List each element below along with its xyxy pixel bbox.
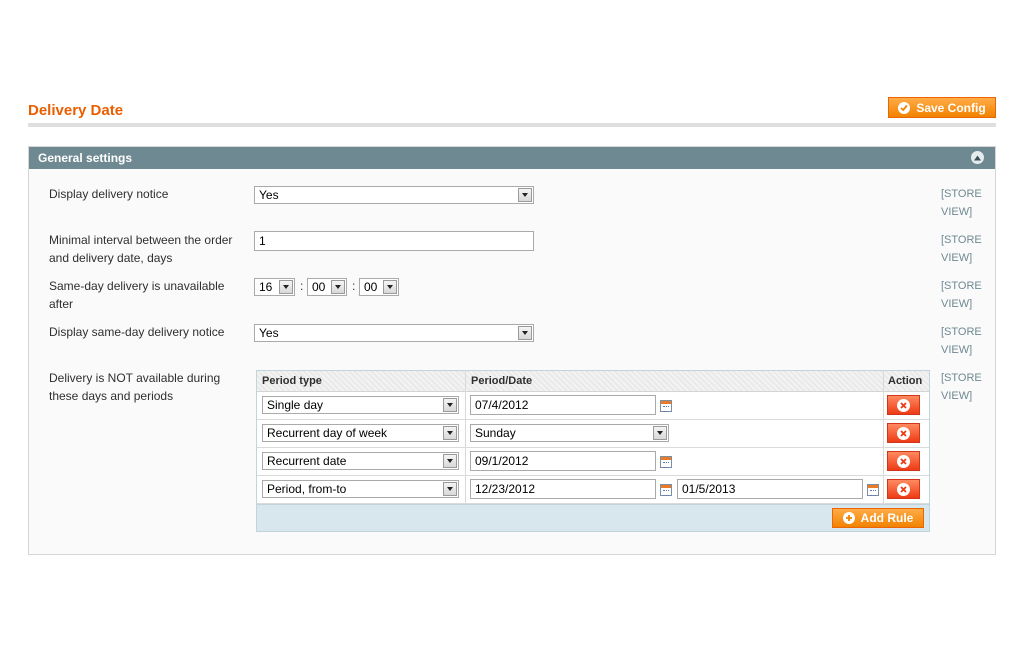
period-date-value: 07/4/2012 [475, 398, 529, 412]
dropdown-arrow-icon [279, 280, 293, 294]
period-to-input[interactable]: 01/5/2013 [677, 479, 863, 499]
table-row: Period, from-to 12/23/2012 01/5/2013 [257, 476, 929, 504]
period-type-value: Single day [267, 398, 324, 412]
min-interval-value: 1 [259, 234, 266, 248]
period-date-input[interactable]: 07/4/2012 [470, 395, 656, 415]
cutoff-minute-select[interactable]: 00 [307, 278, 347, 296]
plus-icon [842, 512, 855, 524]
day-of-week-select[interactable]: Sunday [470, 424, 669, 442]
cutoff-minute-value: 00 [312, 280, 326, 294]
period-date-input[interactable]: 09/1/2012 [470, 451, 656, 471]
column-header-action: Action [888, 375, 923, 387]
cutoff-hour-value: 16 [259, 280, 273, 294]
period-to-value: 01/5/2013 [682, 482, 736, 496]
dropdown-arrow-icon [443, 482, 457, 496]
period-type-select[interactable]: Single day [262, 396, 459, 414]
delete-rule-button[interactable] [887, 451, 920, 471]
dropdown-arrow-icon [443, 454, 457, 468]
rules-table: Period type Period/Date Action Single da… [256, 370, 930, 532]
table-row: Recurrent date 09/1/2012 [257, 448, 929, 476]
period-type-select[interactable]: Recurrent day of week [262, 424, 459, 442]
period-type-value: Recurrent day of week [267, 426, 388, 440]
period-type-select[interactable]: Recurrent date [262, 452, 459, 470]
scope-label: [STORE VIEW] [941, 188, 982, 218]
same-day-notice-select[interactable]: Yes [254, 324, 534, 342]
scope-label: [STORE VIEW] [941, 280, 982, 310]
check-icon [898, 101, 911, 114]
period-from-value: 12/23/2012 [475, 482, 536, 496]
add-rule-label: Add Rule [860, 511, 914, 525]
day-of-week-value: Sunday [475, 426, 516, 440]
column-header-period-type: Period type [262, 375, 322, 387]
time-separator: : [300, 279, 304, 293]
section-title: General settings [38, 151, 133, 165]
add-rule-button[interactable]: Add Rule [832, 508, 924, 528]
cutoff-second-value: 00 [364, 280, 378, 294]
dropdown-arrow-icon [443, 398, 457, 412]
collapse-arrow-icon[interactable] [971, 151, 984, 164]
min-interval-label: Minimal interval between the order and d… [49, 233, 233, 265]
save-config-button[interactable]: Save Config [888, 97, 996, 118]
save-config-label: Save Config [916, 100, 986, 115]
period-type-select[interactable]: Period, from-to [262, 480, 459, 498]
delete-icon [897, 482, 910, 496]
same-day-notice-label: Display same-day delivery notice [49, 325, 225, 339]
scope-label: [STORE VIEW] [941, 372, 982, 402]
dropdown-arrow-icon [331, 280, 345, 294]
display-notice-label: Display delivery notice [49, 187, 169, 201]
time-separator: : [352, 279, 356, 293]
rules-table-header: Period type Period/Date Action [257, 371, 929, 392]
calendar-icon[interactable] [660, 484, 672, 496]
unavailable-periods-label: Delivery is NOT available during these d… [49, 371, 221, 403]
table-row: Recurrent day of week Sunday [257, 420, 929, 448]
delete-rule-button[interactable] [887, 479, 920, 499]
general-settings-fieldset: General settings Display delivery notice… [28, 146, 996, 555]
section-header[interactable]: General settings [29, 147, 995, 169]
period-type-value: Recurrent date [267, 454, 347, 468]
min-interval-input[interactable]: 1 [254, 231, 534, 251]
cutoff-hour-select[interactable]: 16 [254, 278, 295, 296]
display-notice-value: Yes [259, 188, 279, 202]
delete-icon [897, 426, 910, 440]
calendar-icon[interactable] [660, 456, 672, 468]
scope-label: [STORE VIEW] [941, 326, 982, 356]
cutoff-second-select[interactable]: 00 [359, 278, 399, 296]
dropdown-arrow-icon [653, 426, 667, 440]
column-header-period-date: Period/Date [471, 375, 533, 387]
calendar-icon[interactable] [867, 484, 879, 496]
delete-icon [897, 454, 910, 468]
period-from-input[interactable]: 12/23/2012 [470, 479, 656, 499]
delete-icon [897, 398, 910, 412]
dropdown-arrow-icon [383, 280, 397, 294]
scope-label: [STORE VIEW] [941, 234, 982, 264]
delete-rule-button[interactable] [887, 395, 920, 415]
calendar-icon[interactable] [660, 400, 672, 412]
dropdown-arrow-icon [518, 188, 532, 202]
period-date-value: 09/1/2012 [475, 454, 529, 468]
rules-table-footer: Add Rule [257, 504, 929, 531]
same-day-notice-value: Yes [259, 326, 279, 340]
dropdown-arrow-icon [518, 326, 532, 340]
delete-rule-button[interactable] [887, 423, 920, 443]
page-title: Delivery Date [28, 102, 124, 119]
same-day-cutoff-label: Same-day delivery is unavailable after [49, 279, 225, 311]
dropdown-arrow-icon [443, 426, 457, 440]
period-type-value: Period, from-to [267, 482, 347, 496]
table-row: Single day 07/4/2012 [257, 392, 929, 420]
display-notice-select[interactable]: Yes [254, 186, 534, 204]
title-divider [28, 123, 996, 127]
